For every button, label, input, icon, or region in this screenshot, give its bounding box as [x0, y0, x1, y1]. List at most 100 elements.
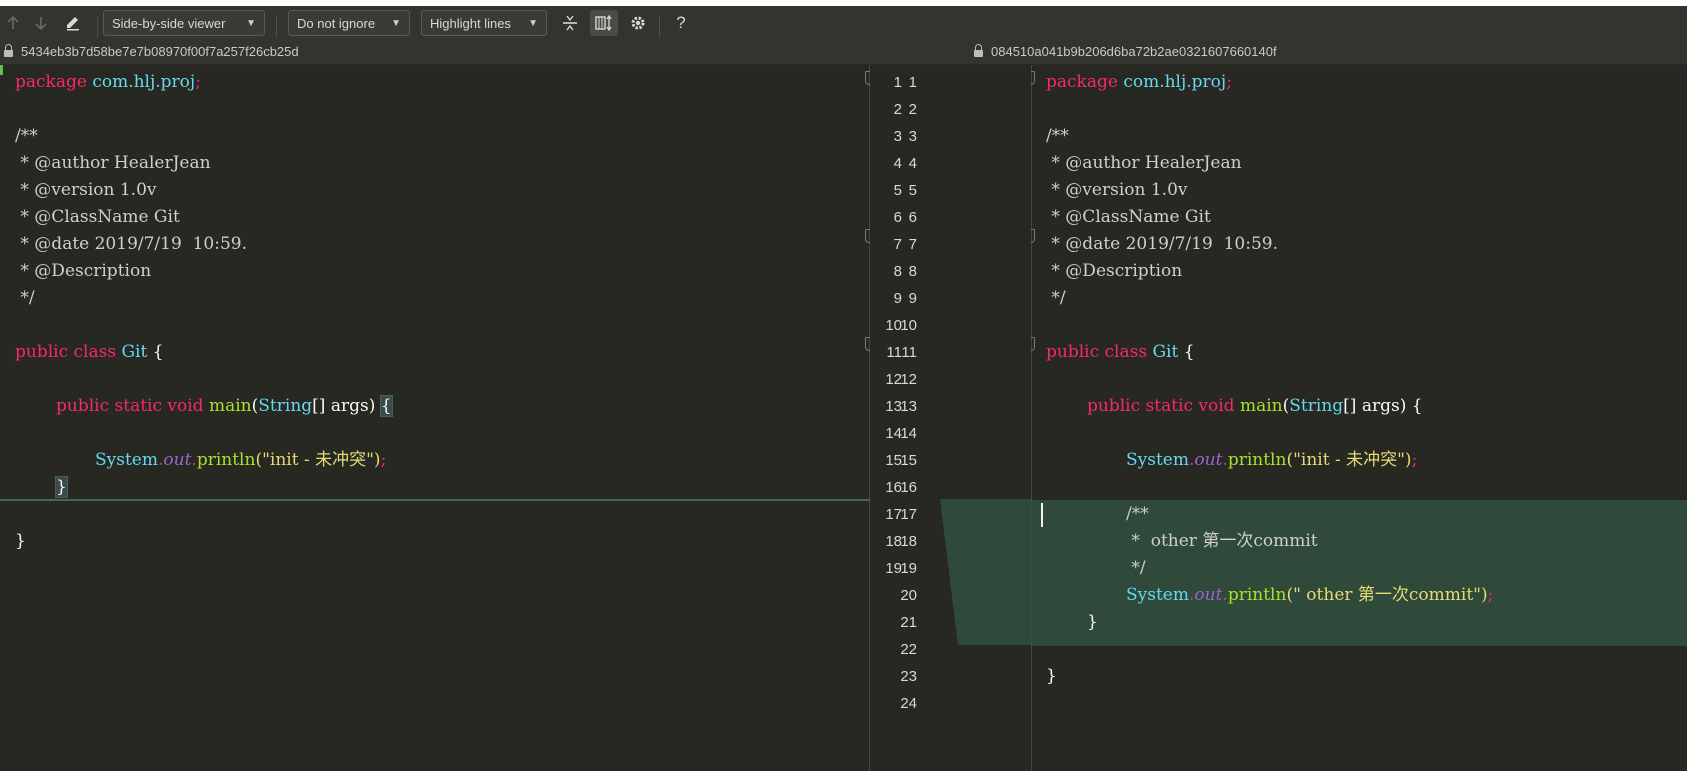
right-revision-hash: 084510a041b9b206d6ba72b2ae0321607660140f — [991, 44, 1277, 59]
token: out — [1194, 450, 1223, 470]
sync-scroll-icon[interactable] — [590, 10, 618, 36]
line-number: 19 — [900, 560, 917, 577]
line-number: 22 — [900, 641, 917, 658]
token: ("init - 未冲突") — [1286, 450, 1412, 470]
code-line: System.out.println(" other 第一次commit"); — [1126, 581, 1493, 610]
viewer-mode-label: Side-by-side viewer — [112, 15, 226, 31]
token: System — [1126, 585, 1189, 605]
line-number: 7 — [908, 236, 917, 253]
fold-marker-icon[interactable] — [1031, 229, 1035, 243]
line-number: 11 — [901, 344, 917, 361]
viewer-mode-dropdown[interactable]: Side-by-side viewer ▼ — [103, 10, 265, 36]
code-line: public static void main(String[] args) { — [56, 392, 392, 421]
token: main — [208, 396, 252, 416]
line-number: 18 — [900, 533, 917, 550]
token: public — [1046, 342, 1100, 362]
token: com.hlj.proj — [92, 72, 196, 92]
token: static — [114, 396, 162, 416]
token: { — [152, 342, 164, 362]
token: ; — [1487, 585, 1494, 605]
lock-icon — [974, 44, 983, 57]
highlight-mode-dropdown[interactable]: Highlight lines ▼ — [421, 10, 547, 36]
code-line: } — [1087, 612, 1098, 632]
code-line: * @Description — [15, 261, 152, 281]
matched-brace: { — [380, 396, 392, 416]
code-line: } — [15, 531, 26, 551]
token: ; — [1411, 450, 1418, 470]
line-number: 12 — [900, 371, 917, 388]
token: package — [15, 72, 87, 92]
token: (" other 第一次commit") — [1286, 585, 1488, 605]
token: public — [1087, 396, 1141, 416]
line-number: 4 — [908, 155, 917, 172]
code-line: */ — [15, 288, 35, 308]
next-difference-icon[interactable] — [28, 10, 54, 36]
code-line: public class Git { — [15, 338, 164, 367]
token: class — [1104, 342, 1148, 362]
token: void — [1198, 396, 1235, 416]
revision-header: 5434eb3b7d58be7e7b08970f00f7a257f26cb25d… — [0, 40, 1687, 65]
token: println — [1227, 585, 1287, 605]
code-line: */ — [1126, 558, 1146, 578]
code-line: } — [56, 473, 67, 502]
chevron-down-icon: ▼ — [246, 17, 256, 29]
token: com.hlj.proj — [1123, 72, 1227, 92]
diff-gutter: 1 2 3 4 5 6 7 8 9 10 11 12 13 14 15 16 17 18 19 1234567891… — [870, 65, 1031, 771]
help-icon[interactable]: ? — [668, 10, 694, 36]
line-number: 10 — [900, 317, 917, 334]
token: public — [15, 342, 69, 362]
ignore-whitespace-label: Do not ignore — [297, 15, 376, 31]
code-line: * @Description — [1046, 261, 1183, 281]
highlight-mode-label: Highlight lines — [430, 15, 511, 31]
line-number: 20 — [900, 587, 917, 604]
left-revision-hash: 5434eb3b7d58be7e7b08970f00f7a257f26cb25d — [21, 44, 299, 59]
token: ; — [380, 450, 387, 470]
code-line: * other 第一次commit — [1126, 531, 1318, 551]
token: class — [73, 342, 117, 362]
token: println — [196, 450, 256, 470]
text-cursor — [1041, 503, 1043, 527]
token: ("init - 未冲突") — [255, 450, 381, 470]
lock-icon — [4, 44, 13, 57]
settings-gear-icon[interactable] — [625, 10, 651, 36]
line-number: 5 — [908, 182, 917, 199]
code-line: System.out.println("init - 未冲突"); — [1126, 446, 1417, 475]
line-number: 15 — [900, 452, 917, 469]
collapse-unchanged-icon[interactable] — [557, 10, 583, 36]
code-line: * @author HealerJean — [15, 153, 211, 173]
line-number: 21 — [900, 614, 917, 631]
fold-marker-icon[interactable] — [1031, 337, 1035, 351]
toolbar-separator — [97, 16, 98, 38]
line-number: 2 — [908, 101, 917, 118]
chevron-down-icon: ▼ — [391, 17, 401, 29]
token: public — [56, 396, 110, 416]
token: ; — [1226, 72, 1232, 92]
fold-marker-icon[interactable] — [1031, 71, 1035, 85]
token: [] args) — [1343, 396, 1407, 416]
token: { — [1183, 342, 1195, 362]
code-line: public class Git { — [1046, 338, 1195, 367]
change-marker — [0, 65, 3, 75]
code-line: } — [1046, 666, 1057, 686]
edit-pencil-icon[interactable] — [60, 10, 86, 36]
code-line: * @author HealerJean — [1046, 153, 1242, 173]
left-editor[interactable]: package com.hlj.proj; /** * @author Heal… — [0, 65, 870, 771]
token: [] args) — [312, 396, 376, 416]
token: println — [1227, 450, 1287, 470]
prev-difference-icon[interactable] — [0, 10, 26, 36]
code-line: * @version 1.0v — [1046, 180, 1188, 200]
token: void — [167, 396, 204, 416]
line-number: 1 — [908, 74, 917, 91]
token: out — [1194, 585, 1223, 605]
ignore-whitespace-dropdown[interactable]: Do not ignore ▼ — [288, 10, 410, 36]
right-editor[interactable]: package com.hlj.proj; /** * @author Heal… — [1031, 65, 1687, 771]
toolbar-separator — [276, 16, 277, 38]
token: Git — [121, 342, 148, 362]
token: System — [95, 450, 158, 470]
code-line: * @version 1.0v — [15, 180, 157, 200]
line-number: 13 — [900, 398, 917, 415]
code-line: package com.hlj.proj; — [1046, 68, 1232, 97]
line-number: 24 — [900, 695, 917, 712]
code-line: * @ClassName Git — [1046, 207, 1211, 227]
line-number: 17 — [900, 506, 917, 523]
